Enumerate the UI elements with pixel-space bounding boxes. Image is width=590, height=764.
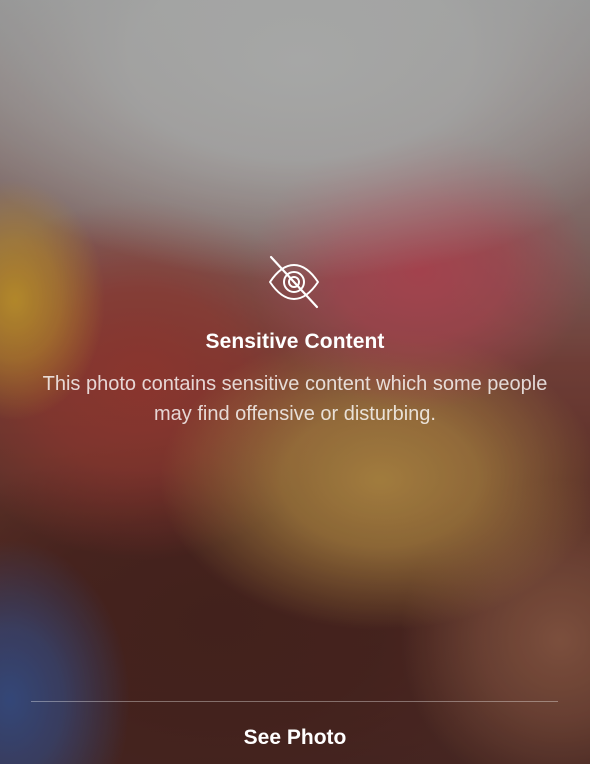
warning-description: This photo contains sensitive content wh… [42, 373, 548, 425]
warning-title: Sensitive Content [205, 330, 385, 353]
divider [31, 701, 558, 702]
eye-slash-icon [269, 255, 319, 309]
sensitive-content-screen: Sensitive Content This photo contains se… [0, 0, 590, 764]
see-photo-button[interactable]: See Photo [195, 716, 395, 760]
sensitive-content-overlay: Sensitive Content This photo contains se… [0, 0, 590, 764]
